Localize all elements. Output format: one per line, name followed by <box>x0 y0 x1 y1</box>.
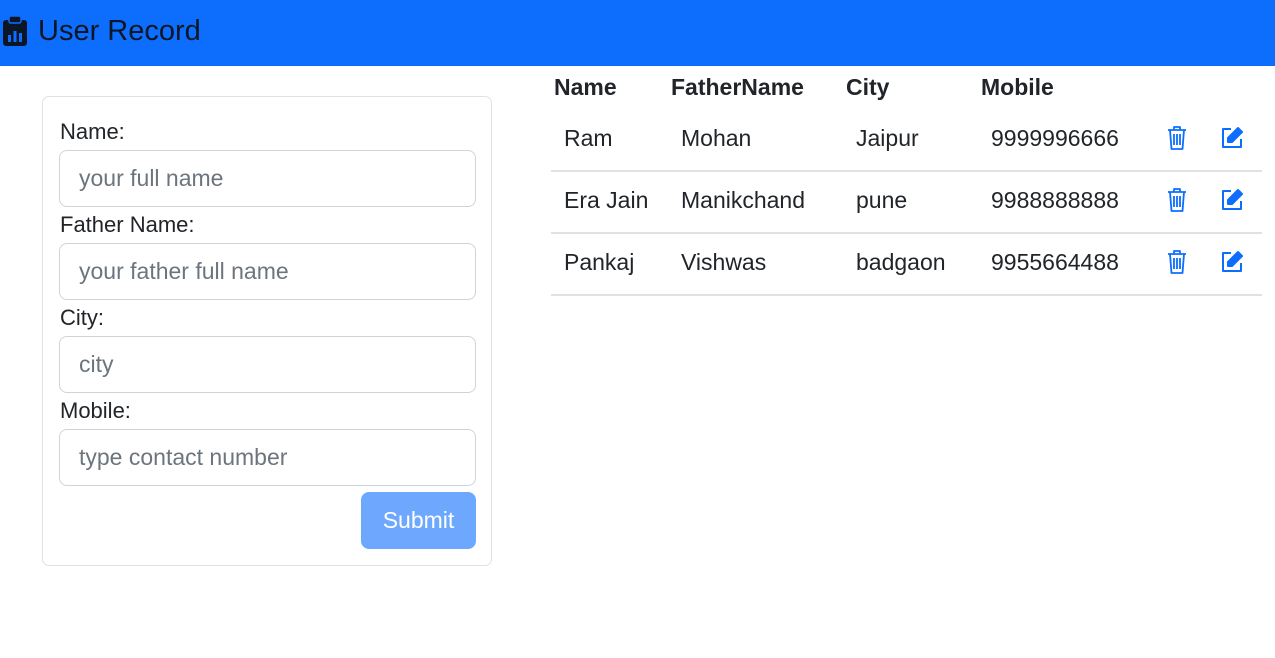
trash-icon[interactable] <box>1162 185 1192 215</box>
column-header-name: Name <box>554 74 617 100</box>
column-header-city: City <box>846 74 890 100</box>
table-row: Ram Mohan Jaipur 9999996666 <box>551 110 1262 172</box>
clipboard-data-icon <box>0 15 30 47</box>
trash-icon[interactable] <box>1162 247 1192 277</box>
father-name-label: Father Name: <box>60 212 195 237</box>
edit-icon[interactable] <box>1217 185 1247 215</box>
table-row: Era Jain Manikchand pune 9988888888 <box>551 172 1262 234</box>
cell-father-name: Mohan <box>681 125 752 151</box>
cell-mobile: 9999996666 <box>991 125 1119 151</box>
cell-father-name: Manikchand <box>681 187 806 213</box>
navbar: User Record <box>0 0 1275 66</box>
cell-name: Pankaj <box>564 249 635 275</box>
table-row: Pankaj Vishwas badgaon 9955664488 <box>551 234 1262 296</box>
submit-button[interactable]: Submit <box>361 492 476 549</box>
cell-city: Jaipur <box>856 125 919 151</box>
father-name-input[interactable] <box>59 243 476 300</box>
app-title: User Record <box>38 14 201 47</box>
cell-father-name: Vishwas <box>681 249 767 275</box>
brand[interactable]: User Record <box>0 13 201 49</box>
cell-mobile: 9955664488 <box>991 249 1119 275</box>
edit-icon[interactable] <box>1217 247 1247 277</box>
column-header-mobile: Mobile <box>981 74 1054 100</box>
table-header: Name FatherName City Mobile <box>551 66 1262 110</box>
name-label: Name: <box>60 119 125 144</box>
cell-city: badgaon <box>856 249 946 275</box>
cell-city: pune <box>856 187 908 213</box>
user-form: Name: Father Name: City: Mobile: Submit <box>42 96 492 566</box>
mobile-label: Mobile: <box>60 398 131 423</box>
name-input[interactable] <box>59 150 476 207</box>
cell-mobile: 9988888888 <box>991 187 1119 213</box>
column-header-fathername: FatherName <box>671 74 804 100</box>
city-input[interactable] <box>59 336 476 393</box>
city-label: City: <box>60 305 104 330</box>
mobile-input[interactable] <box>59 429 476 486</box>
trash-icon[interactable] <box>1162 123 1192 153</box>
user-table: Name FatherName City Mobile Ram Mohan Ja… <box>551 66 1262 296</box>
cell-name: Era Jain <box>564 187 649 213</box>
cell-name: Ram <box>564 125 613 151</box>
edit-icon[interactable] <box>1217 123 1247 153</box>
